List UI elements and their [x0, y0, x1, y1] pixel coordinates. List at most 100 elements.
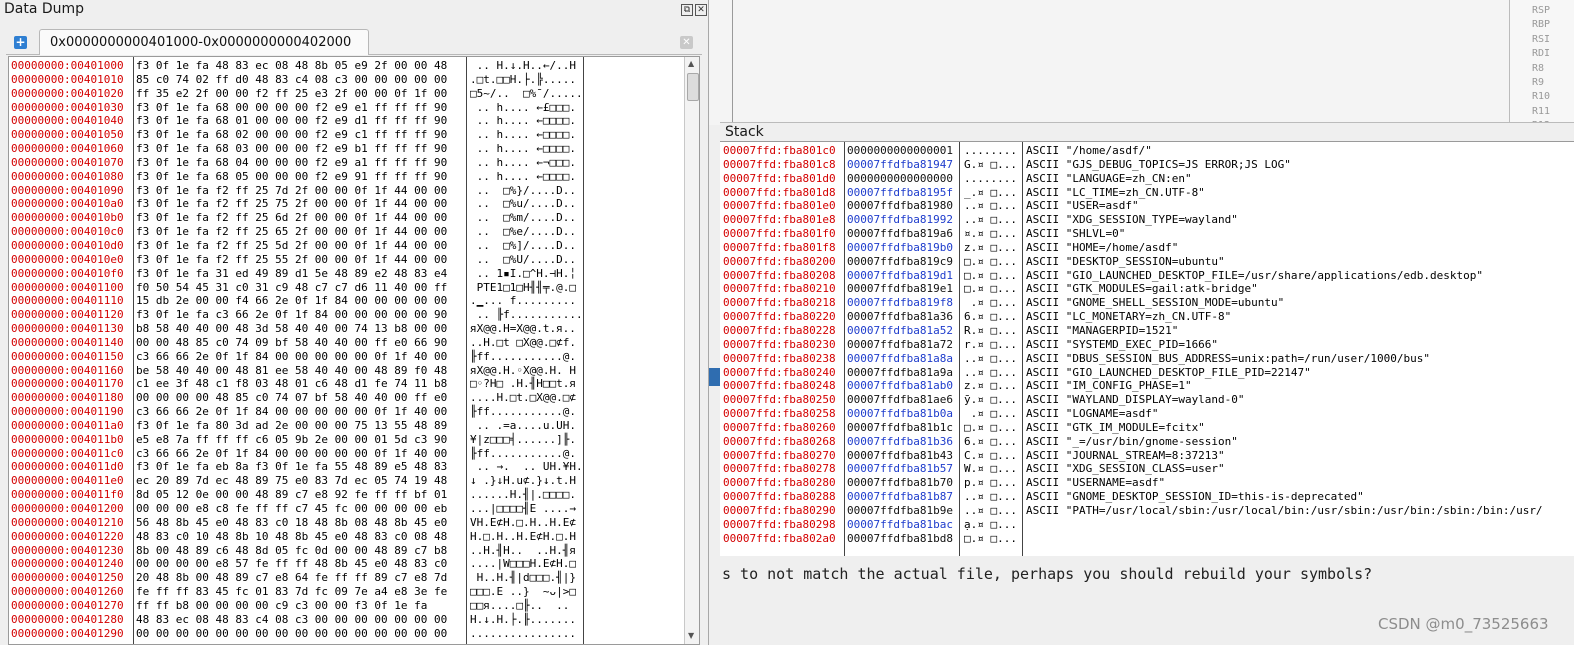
dump-row-hex[interactable]: f3 0f 1e fa f2 ff 25 7d 2f 00 00 0f 1f 4… [136, 184, 447, 198]
dump-row-address[interactable]: 00000000:00401000 [11, 59, 124, 73]
dump-row-hex[interactable]: 00 00 00 e8 c8 fe ff ff c7 45 fc 00 00 0… [136, 502, 447, 516]
dump-row-address[interactable]: 00000000:00401200 [11, 502, 124, 516]
stack-row-address[interactable]: 00007ffd:fba801f8 [723, 241, 836, 255]
dump-row-hex[interactable]: 00 00 00 00 e8 57 fe ff ff 48 8b 45 e0 4… [136, 557, 447, 571]
stack-row-ascii[interactable]: 6.¤ □... [964, 310, 1017, 324]
stack-row-ascii[interactable]: □.¤ □... [964, 532, 1017, 546]
dump-row-hex[interactable]: e5 e8 7a ff ff ff c6 05 9b 2e 00 00 01 5… [136, 433, 447, 447]
stack-row-address[interactable]: 00007ffd:fba801d8 [723, 186, 836, 200]
stack-row-comment[interactable]: ASCII "GIO_LAUNCHED_DESKTOP_FILE=/usr/sh… [1026, 269, 1543, 283]
stack-row-ascii[interactable]: G.¤ □... [964, 158, 1017, 172]
dump-row-ascii[interactable]: ᴙX@@.H.◦X@@.H. H [470, 364, 583, 378]
stack-row-value[interactable]: 00007ffdfba81a36 [847, 310, 953, 324]
dump-row-ascii[interactable]: ....|W□□□H.E⊄H.□ [470, 557, 583, 571]
stack-row-comment[interactable]: ASCII "JOURNAL_STREAM=8:37213" [1026, 449, 1543, 463]
register-name[interactable]: R11 [1532, 105, 1550, 119]
dump-row-address[interactable]: 00000000:00401060 [11, 142, 124, 156]
register-name[interactable]: RDI [1532, 47, 1550, 61]
dump-tab[interactable]: 0x0000000000401000-0x0000000000402000 [39, 29, 369, 55]
dump-row-ascii[interactable]: .. ╟f........... [470, 308, 583, 322]
stack-row-address[interactable]: 00007ffd:fba80260 [723, 421, 836, 435]
stack-row-ascii[interactable]: □.¤ □... [964, 269, 1017, 283]
dump-row-ascii[interactable]: PTE1□1□H╢╢╤.@.□ [470, 281, 583, 295]
dump-row-address[interactable]: 00000000:00401040 [11, 114, 124, 128]
dump-row-address[interactable]: 00000000:00401190 [11, 405, 124, 419]
stack-row-address[interactable]: 00007ffd:fba80238 [723, 352, 836, 366]
stack-row-comment[interactable]: ASCII "GNOME_DESKTOP_SESSION_ID=this-is-… [1026, 490, 1543, 504]
dump-row-ascii[interactable]: □□ᴙ....□╟.. .. [470, 599, 583, 613]
dump-row-address[interactable]: 00000000:00401240 [11, 557, 124, 571]
stack-row-address[interactable]: 00007ffd:fba801c8 [723, 158, 836, 172]
stack-row-address[interactable]: 00007ffd:fba80298 [723, 518, 836, 532]
stack-row-address[interactable]: 00007ffd:fba802a0 [723, 532, 836, 546]
dump-row-address[interactable]: 00000000:004010b0 [11, 211, 124, 225]
dump-row-address[interactable]: 00000000:00401050 [11, 128, 124, 142]
dump-row-ascii[interactable]: .. □%]/....D.. [470, 239, 583, 253]
dump-row-hex[interactable]: 8b 00 48 89 c6 48 8d 05 fc 0d 00 00 48 8… [136, 544, 447, 558]
dump-row-address[interactable]: 00000000:00401270 [11, 599, 124, 613]
dump-row-address[interactable]: 00000000:00401090 [11, 184, 124, 198]
stack-row-ascii[interactable]: _.¤ □... [964, 186, 1017, 200]
dump-row-hex[interactable]: 56 48 8b 45 e0 48 83 c0 18 48 8b 08 48 8… [136, 516, 447, 530]
dump-row-hex[interactable]: f3 0f 1e fa f2 ff 25 75 2f 00 00 0f 1f 4… [136, 197, 447, 211]
dump-row-address[interactable]: 00000000:00401230 [11, 544, 124, 558]
stack-row-ascii[interactable]: ..¤ □... [964, 199, 1017, 213]
stack-row-value[interactable]: 00007ffdfba81bd8 [847, 532, 953, 546]
stack-row-address[interactable]: 00007ffd:fba80220 [723, 310, 836, 324]
dump-view[interactable]: 00000000:00401000 00000000:00401010 000000… [8, 56, 700, 645]
dump-row-address[interactable]: 00000000:00401020 [11, 87, 124, 101]
stack-row-comment[interactable]: ASCII "GTK_IM_MODULE=fcitx" [1026, 421, 1543, 435]
stack-row-ascii[interactable]: □.¤ □... [964, 421, 1017, 435]
stack-row-value[interactable]: 00007ffdfba81b70 [847, 476, 953, 490]
dump-row-ascii[interactable]: H..H.╢|d□□□.╢|} [470, 571, 583, 585]
dump-row-ascii[interactable]: ..H.╢H.. ..H.╢ᴙ [470, 544, 583, 558]
stack-row-comment[interactable]: ASCII "SHLVL=0" [1026, 227, 1543, 241]
dump-row-ascii[interactable]: .. h.... ←□□□□. [470, 114, 583, 128]
stack-row-comment[interactable]: ASCII "LOGNAME=asdf" [1026, 407, 1543, 421]
stack-row-comment[interactable]: ASCII "SYSTEMD_EXEC_PID=1666" [1026, 338, 1543, 352]
stack-row-address[interactable]: 00007ffd:fba801e8 [723, 213, 836, 227]
dump-row-hex[interactable]: ff 35 e2 2f 00 00 f2 ff 25 e3 2f 00 00 0… [136, 87, 447, 101]
dump-row-ascii[interactable]: ................ [470, 627, 583, 641]
dump-row-hex[interactable]: f3 0f 1e fa 80 3d ad 2e 00 00 00 75 13 5… [136, 419, 447, 433]
close-panel-icon[interactable]: ✕ [695, 4, 707, 16]
stack-row-ascii[interactable]: r.¤ □... [964, 338, 1017, 352]
dump-row-ascii[interactable]: .. →. .. UH.¥H. [470, 460, 583, 474]
dump-row-hex[interactable]: 00 00 48 85 c0 74 09 bf 58 40 40 00 ff e… [136, 336, 447, 350]
stack-row-ascii[interactable]: ¤.¤ □... [964, 227, 1017, 241]
dump-row-ascii[interactable]: VH.E⊄H.□.H..H.E⊄ [470, 516, 583, 530]
dump-row-hex[interactable]: ec 20 89 7d ec 48 89 75 e0 83 7d ec 05 7… [136, 474, 447, 488]
dump-row-ascii[interactable]: □□□.E ..} ~ᴗ|>□ [470, 585, 583, 599]
dump-row-ascii[interactable]: .. □%u/....D.. [470, 197, 583, 211]
add-tab-icon[interactable]: + [14, 36, 27, 49]
dump-row-hex[interactable]: f0 50 54 45 31 c0 31 c9 48 c7 c7 d6 11 4… [136, 281, 447, 295]
stack-row-comment[interactable]: ASCII "GTK_MODULES=gail:atk-bridge" [1026, 282, 1543, 296]
stack-row-address[interactable]: 00007ffd:fba801d0 [723, 172, 836, 186]
dump-row-ascii[interactable]: ......H.╢|.□□□□. [470, 488, 583, 502]
stack-row-comment[interactable]: ASCII "XDG_SESSION_TYPE=wayland" [1026, 213, 1543, 227]
stack-row-address[interactable]: 00007ffd:fba80200 [723, 255, 836, 269]
dump-row-hex[interactable]: c3 66 66 2e 0f 1f 84 00 00 00 00 00 0f 1… [136, 350, 447, 364]
stack-row-ascii[interactable]: ᴢ.¤ □... [964, 379, 1017, 393]
stack-row-ascii[interactable]: 6.¤ □... [964, 435, 1017, 449]
stack-row-ascii[interactable]: □.¤ □... [964, 255, 1017, 269]
stack-row-ascii[interactable]: ạ.¤ □... [964, 518, 1017, 532]
dump-row-ascii[interactable]: ╟ff...........@. [470, 405, 583, 419]
stack-row-ascii[interactable]: ........ [964, 172, 1017, 186]
stack-row-comment[interactable]: ASCII "/home/asdf/" [1026, 144, 1543, 158]
dump-row-address[interactable]: 00000000:00401120 [11, 308, 124, 322]
dump-row-hex[interactable]: 85 c0 74 02 ff d0 48 83 c4 08 c3 00 00 0… [136, 73, 447, 87]
stack-row-value[interactable]: 00007ffdfba81b57 [847, 462, 953, 476]
dump-row-ascii[interactable]: ╟ff...........@. [470, 350, 583, 364]
stack-row-address[interactable]: 00007ffd:fba801e0 [723, 199, 836, 213]
dump-row-hex[interactable]: 48 83 ec 08 48 83 c4 08 c3 00 00 00 00 0… [136, 613, 447, 627]
stack-row-value[interactable]: 00007ffdfba819f8 [847, 296, 953, 310]
dump-row-hex[interactable]: f3 0f 1e fa 68 01 00 00 00 f2 e9 d1 ff f… [136, 114, 447, 128]
dump-row-address[interactable]: 00000000:004010e0 [11, 253, 124, 267]
stack-row-value[interactable]: 0000000000000001 [847, 144, 953, 158]
dump-row-address[interactable]: 00000000:004011c0 [11, 447, 124, 461]
stack-row-address[interactable]: 00007ffd:fba80280 [723, 476, 836, 490]
dump-row-hex[interactable]: f3 0f 1e fa 68 02 00 00 00 f2 e9 c1 ff f… [136, 128, 447, 142]
dump-row-ascii[interactable]: .. □%}/....D.. [470, 184, 583, 198]
stack-row-address[interactable]: 00007ffd:fba80240 [723, 366, 836, 380]
